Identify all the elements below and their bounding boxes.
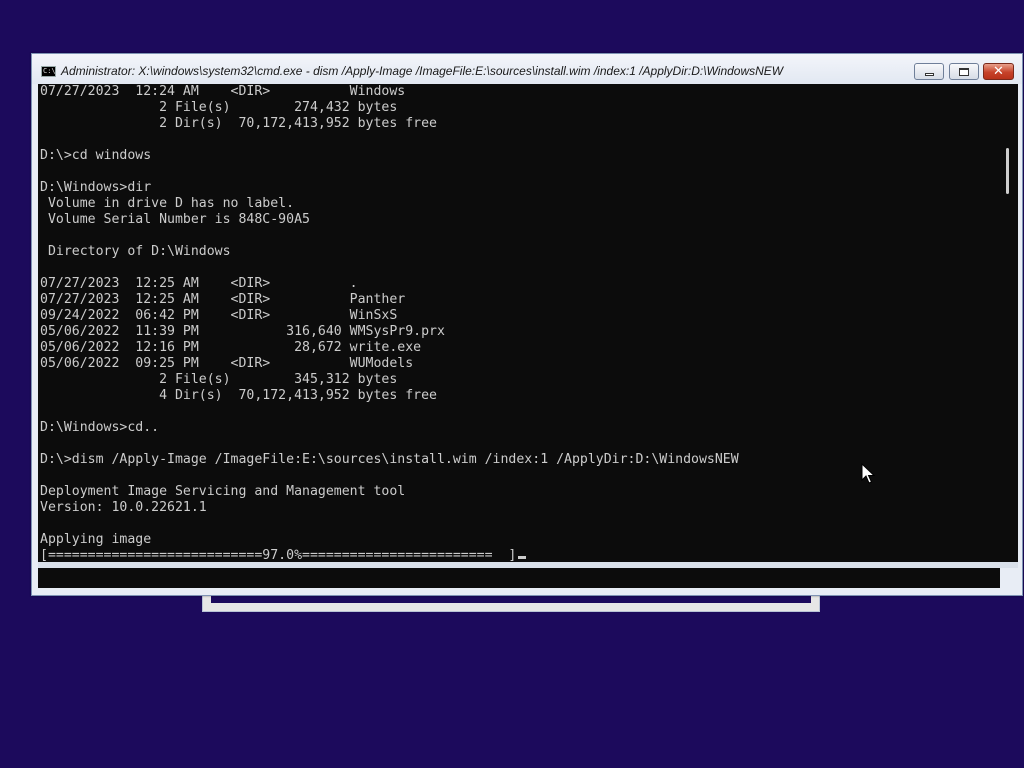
minimize-button[interactable] [914, 63, 944, 80]
console-line: D:\>dism /Apply-Image /ImageFile:E:\sour… [40, 452, 739, 467]
progress-bar: [===========================97.0%=======… [40, 548, 517, 562]
console-line: Version: 10.0.22621.1 [40, 500, 207, 515]
console-line: 2 File(s) 274,432 bytes [40, 100, 398, 115]
window-title: Administrator: X:\windows\system32\cmd.e… [61, 64, 784, 78]
console-line: D:\Windows>cd.. [40, 420, 160, 435]
cmd-icon[interactable]: C:\ [41, 66, 56, 77]
console-line: 07/27/2023 12:24 AM <DIR> Windows [40, 84, 406, 99]
console-line: 2 Dir(s) 70,172,413,952 bytes free [40, 116, 437, 131]
console-line: 07/27/2023 12:25 AM <DIR> . [40, 276, 358, 291]
vertical-scrollbar[interactable] [1000, 84, 1018, 562]
console-line: 05/06/2022 09:25 PM <DIR> WUModels [40, 356, 414, 371]
console-line: Volume Serial Number is 848C-90A5 [40, 212, 310, 227]
text-cursor [518, 556, 527, 559]
console-line: Deployment Image Servicing and Managemen… [40, 484, 406, 499]
console-line: D:\>cd windows [40, 148, 152, 163]
console-output[interactable]: 07/27/2023 12:24 AM <DIR> Windows 2 File… [38, 84, 1000, 562]
title-bar[interactable]: C:\ Administrator: X:\windows\system32\c… [32, 54, 1022, 84]
close-button[interactable]: ✕ [983, 63, 1014, 80]
console-line: Directory of D:\Windows [40, 244, 231, 259]
console-line: 07/27/2023 12:25 AM <DIR> Panther [40, 292, 406, 307]
maximize-icon [959, 67, 969, 76]
mouse-pointer-icon [861, 463, 875, 484]
console-line: D:\Windows>dir [40, 180, 152, 195]
console-line: Volume in drive D has no label. [40, 196, 295, 211]
console-line: 05/06/2022 11:39 PM 316,640 WMSysPr9.prx [40, 324, 445, 339]
minimize-icon [924, 72, 934, 76]
console-line: 2 File(s) 345,312 bytes [40, 372, 398, 387]
console-text: 07/27/2023 12:24 AM <DIR> Windows 2 File… [38, 84, 1000, 562]
close-icon: ✕ [993, 64, 1004, 79]
scrollbar-thumb[interactable] [1006, 148, 1009, 194]
maximize-button[interactable] [949, 63, 979, 80]
cmd-window[interactable]: C:\ Administrator: X:\windows\system32\c… [31, 53, 1023, 596]
console-line: Applying image [40, 532, 152, 547]
console-line: 4 Dir(s) 70,172,413,952 bytes free [40, 388, 437, 403]
console-line: 09/24/2022 06:42 PM <DIR> WinSxS [40, 308, 398, 323]
console-line: 05/06/2022 12:16 PM 28,672 write.exe [40, 340, 422, 355]
console-bottom-area [38, 568, 1000, 588]
